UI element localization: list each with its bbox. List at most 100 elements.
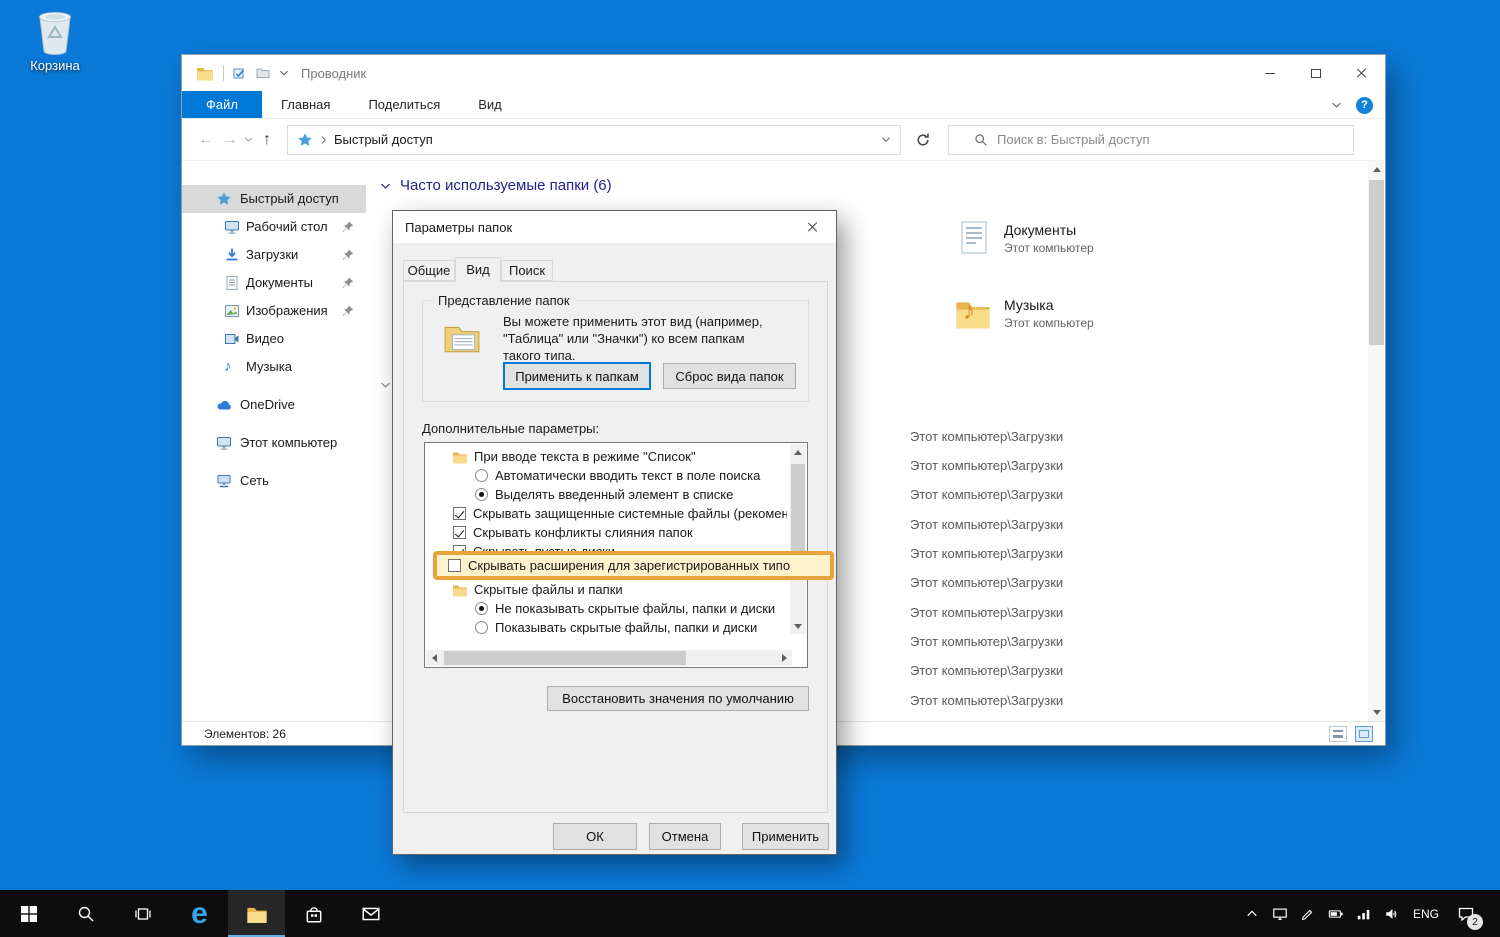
qat-dropdown-icon[interactable] (279, 69, 289, 77)
sidebar-item-downloads[interactable]: Загрузки (182, 241, 366, 269)
folder-tile-documents[interactable]: Документы Этот компьютер (954, 219, 1094, 257)
checkbox-checked-icon[interactable] (453, 507, 466, 520)
reset-folders-button[interactable]: Сброс вида папок (663, 363, 796, 389)
up-button[interactable]: ↑ (255, 131, 279, 149)
radio-unchecked-icon[interactable] (475, 469, 488, 482)
language-indicator[interactable]: ENG (1406, 907, 1446, 921)
sidebar-item-music[interactable]: ♪ Музыка (182, 353, 366, 381)
task-view-button[interactable] (114, 890, 171, 937)
restore-defaults-button[interactable]: Восстановить значения по умолчанию (547, 686, 809, 711)
checkbox-unchecked-icon[interactable] (448, 559, 461, 572)
mail-button[interactable] (342, 890, 399, 937)
cancel-button[interactable]: Отмена (649, 823, 721, 850)
list-item-select-typed-item[interactable]: Выделять введенный элемент в списке (475, 485, 787, 504)
tray-volume-button[interactable] (1378, 890, 1406, 937)
scrollbar-thumb[interactable] (1369, 180, 1384, 345)
file-explorer-button[interactable] (228, 890, 285, 937)
back-button[interactable]: ← (194, 131, 218, 149)
properties-icon[interactable] (233, 66, 247, 80)
thumbnails-view-button[interactable] (1355, 726, 1373, 742)
tab-home[interactable]: Главная (262, 91, 349, 118)
tray-pen-button[interactable] (1294, 890, 1322, 937)
recycle-bin[interactable]: Корзина (16, 8, 94, 73)
scrollbar-thumb[interactable] (444, 651, 686, 665)
radio-checked-icon[interactable] (475, 602, 488, 615)
checkbox-checked-icon[interactable] (453, 526, 466, 539)
recent-file-path[interactable]: Этот компьютер\Загрузки (910, 487, 1063, 502)
recent-file-path[interactable]: Этот компьютер\Загрузки (910, 693, 1063, 708)
scroll-left-button[interactable] (426, 650, 442, 666)
recent-file-path[interactable]: Этот компьютер\Загрузки (910, 575, 1063, 590)
folder-tile-music[interactable]: ♪ Музыка Этот компьютер (954, 294, 1094, 332)
recent-file-path[interactable]: Этот компьютер\Загрузки (910, 517, 1063, 532)
sidebar-item-documents[interactable]: Документы (182, 269, 366, 297)
tray-battery-button[interactable] (1322, 890, 1350, 937)
hidden-icons-button[interactable] (1238, 890, 1266, 937)
title-bar[interactable]: Проводник (182, 55, 1385, 91)
apply-button[interactable]: Применить (742, 823, 829, 850)
apply-to-folders-button[interactable]: Применить к папкам (503, 362, 651, 390)
start-button[interactable] (0, 890, 57, 937)
edge-button[interactable]: e (171, 890, 228, 937)
scroll-right-button[interactable] (776, 650, 792, 666)
section-header-frequent-folders[interactable]: Часто используемые папки (6) (380, 177, 612, 194)
tab-view[interactable]: Вид (459, 91, 521, 118)
address-bar[interactable]: Быстрый доступ (287, 124, 901, 155)
list-vertical-scrollbar[interactable] (790, 444, 806, 634)
dialog-tab-search[interactable]: Поиск (501, 260, 553, 281)
recent-file-path[interactable]: Этот компьютер\Загрузки (910, 429, 1063, 444)
breadcrumb[interactable]: Быстрый доступ (334, 132, 433, 147)
sidebar-item-this-pc[interactable]: Этот компьютер (182, 429, 366, 457)
refresh-button[interactable] (908, 125, 938, 155)
scroll-down-button[interactable] (790, 618, 806, 634)
list-item-type-text-in-list[interactable]: При вводе текста в режиме "Список" (452, 447, 787, 466)
tab-share[interactable]: Поделиться (349, 91, 459, 118)
sidebar-item-desktop[interactable]: Рабочий стол (182, 213, 366, 241)
list-horizontal-scrollbar[interactable] (426, 650, 792, 666)
section-collapse-chevron-icon[interactable] (380, 381, 391, 389)
scroll-down-button[interactable] (1368, 704, 1385, 721)
list-item-hide-merge-conflicts[interactable]: Скрывать конфликты слияния папок (453, 523, 787, 542)
maximize-button[interactable] (1293, 55, 1339, 91)
recent-file-path[interactable]: Этот компьютер\Загрузки (910, 546, 1063, 561)
tab-file[interactable]: Файл (182, 91, 262, 118)
taskbar-search-button[interactable] (57, 890, 114, 937)
sidebar-item-network[interactable]: Сеть (182, 467, 366, 495)
recent-file-path[interactable]: Этот компьютер\Загрузки (910, 663, 1063, 678)
forward-button[interactable]: → (218, 131, 242, 149)
dialog-tab-view[interactable]: Вид (455, 257, 501, 282)
details-view-button[interactable] (1329, 726, 1347, 742)
list-item-show-hidden[interactable]: Показывать скрытые файлы, папки и диски (475, 618, 787, 637)
close-button[interactable] (1339, 55, 1385, 91)
sidebar-item-pictures[interactable]: Изображения (182, 297, 366, 325)
tray-network-button[interactable] (1350, 890, 1378, 937)
radio-unchecked-icon[interactable] (475, 621, 488, 634)
new-folder-icon[interactable] (256, 66, 270, 80)
help-icon[interactable]: ? (1356, 96, 1373, 114)
ok-button[interactable]: ОК (553, 823, 637, 850)
store-button[interactable] (285, 890, 342, 937)
list-item-hidden-files-folders[interactable]: Скрытые файлы и папки (452, 580, 787, 599)
dialog-tab-general[interactable]: Общие (403, 260, 455, 281)
scrollbar-thumb[interactable] (791, 464, 805, 564)
recent-file-path[interactable]: Этот компьютер\Загрузки (910, 605, 1063, 620)
search-input[interactable]: Поиск в: Быстрый доступ (948, 124, 1354, 155)
sidebar-item-onedrive[interactable]: OneDrive (182, 391, 366, 419)
highlighted-option-hide-extensions[interactable]: Скрывать расширения для зарегистрированн… (433, 551, 834, 580)
recent-file-path[interactable]: Этот компьютер\Загрузки (910, 458, 1063, 473)
action-center-button[interactable]: 2 (1446, 890, 1486, 937)
tray-pc-button[interactable] (1266, 890, 1294, 937)
dialog-title-bar[interactable]: Параметры папок (393, 211, 836, 243)
list-item-auto-type-search[interactable]: Автоматически вводить текст в поле поиск… (475, 466, 787, 485)
list-item-hide-protected-files[interactable]: Скрывать защищенные системные файлы (рек… (453, 504, 787, 523)
sidebar-item-quick-access[interactable]: Быстрый доступ (182, 185, 366, 213)
vertical-scrollbar[interactable] (1368, 161, 1385, 721)
list-item-dont-show-hidden[interactable]: Не показывать скрытые файлы, папки и дис… (475, 599, 787, 618)
dialog-close-button[interactable] (790, 212, 835, 242)
scroll-up-button[interactable] (1368, 161, 1385, 178)
radio-checked-icon[interactable] (475, 488, 488, 501)
address-dropdown-icon[interactable] (881, 136, 891, 143)
scroll-up-button[interactable] (790, 444, 806, 460)
minimize-button[interactable] (1247, 55, 1293, 91)
recent-locations-icon[interactable] (244, 136, 253, 143)
